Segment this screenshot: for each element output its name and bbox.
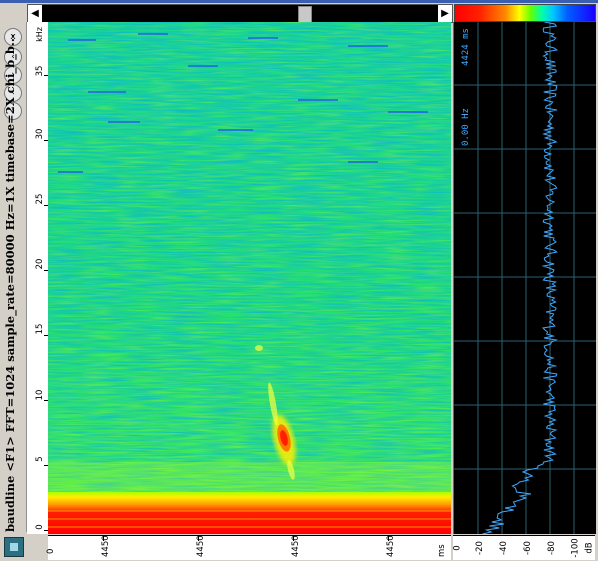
scroll-right-arrow-icon[interactable]: ▶ — [438, 5, 452, 22]
frequency-tick-label: 15 — [35, 323, 45, 335]
db-tick-label: -80 — [546, 541, 557, 555]
db-tick-label: -60 — [522, 541, 533, 555]
spectrum-panel[interactable]: 4424 ms 0.00 Hz — [453, 21, 596, 535]
frequency-tick-label: 25 — [35, 193, 45, 205]
frequency-readout: 0.00 Hz — [461, 108, 471, 146]
scroll-left-arrow-icon[interactable]: ◀ — [28, 5, 42, 22]
status-line: baudline <F1> FFT=1024 sample_rate=80000… — [3, 34, 17, 532]
time-tick-label: 4450 — [386, 535, 396, 557]
title-strip — [0, 0, 598, 3]
frequency-tick-label: 5 — [35, 456, 45, 462]
low-band-fringe — [48, 462, 451, 492]
frequency-tick-label: 0 — [35, 524, 45, 530]
db-axis: 0 -20 -40 -60 -80 -100 dB — [453, 535, 595, 560]
left-control-column: x ‹ › ‹ › baudline <F1> FFT=1024 sample_… — [0, 22, 27, 532]
time-readout: 4424 ms — [461, 28, 471, 66]
time-tick-label: 4450 — [101, 535, 111, 557]
db-tick-label: -100 — [570, 538, 581, 558]
db-tick-label: 0 — [452, 545, 463, 551]
low-frequency-band — [48, 492, 451, 534]
db-unit-label: dB — [584, 542, 595, 554]
time-tick-label: 4450 — [291, 535, 301, 557]
horizontal-scrollbar[interactable]: ◀ ▶ — [27, 4, 453, 23]
frequency-tick-label: 30 — [35, 128, 45, 140]
baudline-window: ◀ ▶ x ‹ › ‹ › baudline <F1> FFT=1024 sam… — [0, 0, 598, 561]
spectrum-trace — [482, 21, 559, 535]
time-axis: 0 4450 4450 4450 4450 ms — [46, 535, 451, 560]
spectrum-gridlines — [454, 22, 596, 534]
frequency-axis: kHz 0 5 10 15 20 25 30 35 — [27, 22, 49, 534]
time-unit-label: ms — [437, 544, 447, 557]
db-tick-label: -40 — [498, 541, 509, 555]
time-tick-label: 4450 — [196, 535, 206, 557]
frequency-unit-label: kHz — [34, 27, 44, 42]
spectrogram-display[interactable] — [48, 22, 451, 534]
scrollbar-thumb[interactable] — [298, 6, 312, 23]
color-scale-bar[interactable] — [454, 4, 596, 22]
db-tick-label: -20 — [474, 541, 485, 555]
frequency-tick-label: 20 — [35, 258, 45, 270]
settings-icon[interactable] — [4, 537, 24, 557]
time-axis-first: 0 — [46, 548, 56, 554]
